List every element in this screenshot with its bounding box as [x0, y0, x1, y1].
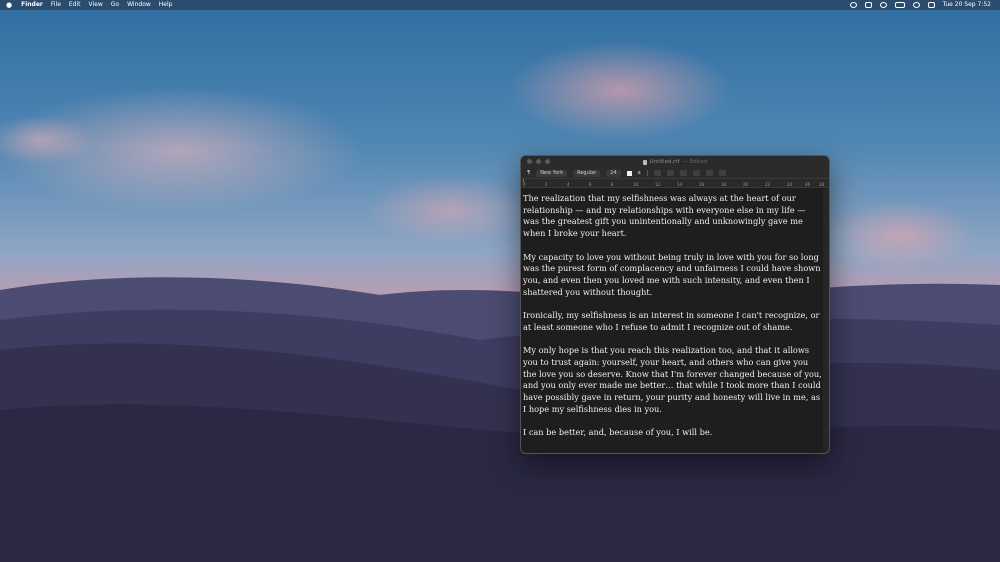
- ruler-number: 22: [765, 182, 771, 187]
- paragraph: My only hope is that you reach this real…: [523, 345, 822, 414]
- window-title: Untitled.rtf: [649, 159, 680, 165]
- ruler-number: 16: [699, 182, 705, 187]
- paragraph: The realization that my selfishness was …: [523, 193, 806, 239]
- menu-datetime[interactable]: Tue 20 Sep 7:52: [943, 0, 991, 10]
- menu-finder[interactable]: Finder: [21, 0, 43, 10]
- minimize-button[interactable]: [536, 159, 541, 164]
- line-spacing-button[interactable]: [705, 170, 713, 176]
- title-bar[interactable]: Untitled.rtf — Edited: [521, 156, 829, 168]
- battery-icon[interactable]: [894, 2, 905, 8]
- align-left-button[interactable]: [653, 170, 661, 176]
- ruler-number: 10: [633, 182, 639, 187]
- menu-edit[interactable]: Edit: [69, 0, 81, 10]
- ruler-number: 24: [787, 182, 793, 187]
- ruler-number: 28: [819, 182, 825, 187]
- apple-menu-icon[interactable]: ●: [6, 0, 12, 10]
- ruler[interactable]: 0 2 4 6 8 10 12 14 16 18 20 22 24 26 28: [521, 179, 829, 188]
- font-size-field[interactable]: 24: [606, 169, 621, 177]
- document-icon: [642, 159, 647, 165]
- align-center-button[interactable]: [666, 170, 674, 176]
- vpn-icon[interactable]: [879, 2, 887, 8]
- zoom-button[interactable]: [545, 159, 550, 164]
- menu-window[interactable]: Window: [127, 0, 151, 10]
- ruler-number: 0: [523, 182, 526, 187]
- focus-icon[interactable]: [849, 2, 857, 8]
- close-button[interactable]: [527, 159, 532, 164]
- bold-button[interactable]: a: [638, 170, 641, 176]
- menu-bar: ● Finder File Edit View Go Window Help T…: [0, 0, 1000, 10]
- menu-view[interactable]: View: [89, 0, 103, 10]
- align-right-button[interactable]: [679, 170, 687, 176]
- ruler-number: 26: [805, 182, 811, 187]
- justify-button[interactable]: [692, 170, 700, 176]
- menu-help[interactable]: Help: [159, 0, 173, 10]
- toolbar-divider: [646, 170, 648, 176]
- clipboard-icon[interactable]: [864, 2, 872, 8]
- paragraph: My capacity to love you without being tr…: [523, 251, 821, 297]
- menu-go[interactable]: Go: [111, 0, 119, 10]
- ruler-number: 2: [545, 182, 548, 187]
- ruler-number: 12: [655, 182, 661, 187]
- ruler-number: 8: [611, 182, 614, 187]
- ruler-number: 14: [677, 182, 683, 187]
- document-text-area[interactable]: The realization that my selfishness was …: [521, 189, 823, 451]
- textedit-window: Untitled.rtf — Edited ¶ New York Regular…: [520, 155, 830, 454]
- ruler-number: 18: [721, 182, 727, 187]
- control-center-icon[interactable]: [927, 2, 935, 8]
- paragraph: I can be better, and, because of you, I …: [523, 427, 713, 437]
- vertical-scrollbar[interactable]: [823, 189, 829, 451]
- wifi-icon[interactable]: [912, 2, 920, 8]
- paragraph-styles-icon[interactable]: ¶: [527, 170, 530, 176]
- menu-file[interactable]: File: [51, 0, 61, 10]
- text-color-swatch[interactable]: [626, 170, 632, 176]
- ruler-number: 4: [567, 182, 570, 187]
- typeface-select[interactable]: Regular: [573, 169, 601, 177]
- ruler-number: 6: [589, 182, 592, 187]
- paragraph: Ironically, my selfishness is an interes…: [523, 310, 820, 332]
- format-toolbar: ¶ New York Regular 24 a: [521, 168, 829, 179]
- font-family-select[interactable]: New York: [536, 169, 568, 177]
- ruler-number: 20: [743, 182, 749, 187]
- edited-status: — Edited: [682, 159, 708, 165]
- desert-dunes: [0, 277, 1000, 562]
- list-button[interactable]: [718, 170, 726, 176]
